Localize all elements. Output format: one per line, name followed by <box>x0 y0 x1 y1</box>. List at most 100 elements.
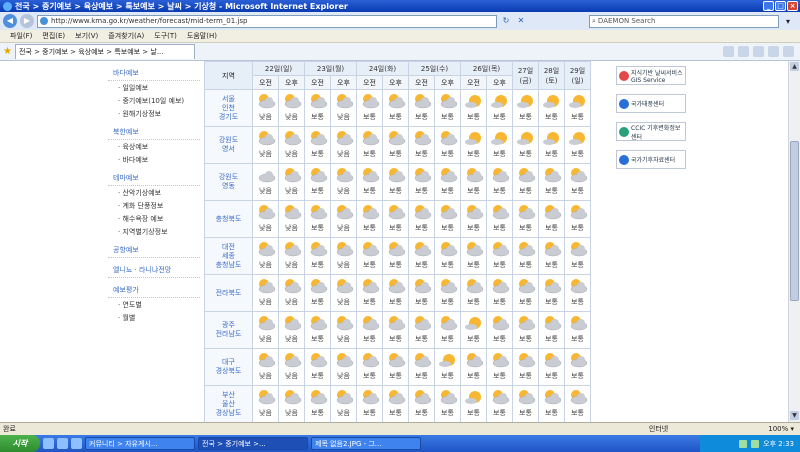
start-button[interactable]: 시작 <box>0 435 40 452</box>
precip-probability-label: 보통 <box>519 150 532 158</box>
forecast-cell: 보통 <box>382 348 409 386</box>
forward-button[interactable]: ▶ <box>20 14 34 28</box>
sidebar-link[interactable]: · 월별 <box>108 311 200 324</box>
region-name[interactable]: 전라북도 <box>204 274 253 312</box>
sidebar-link[interactable]: · 육상예보 <box>108 140 200 153</box>
sidebar-heading[interactable]: 바다예보 <box>108 66 200 81</box>
precip-probability-label: 보통 <box>311 335 324 343</box>
menu-item[interactable]: 보기(V) <box>75 31 98 41</box>
forecast-cell: 보통 <box>434 274 461 312</box>
tray-network-icon[interactable] <box>739 439 748 448</box>
mostly-sunny-icon <box>516 95 533 108</box>
forecast-cell: 보통 <box>304 126 331 164</box>
precip-probability-label: 보통 <box>311 298 324 306</box>
print-icon[interactable] <box>753 46 764 57</box>
banner-link[interactable]: 국가태풍센터 <box>616 94 686 113</box>
partly-cloudy-icon <box>310 242 327 257</box>
precip-probability-label: 보통 <box>467 187 480 195</box>
partly-cloudy-icon <box>336 168 353 183</box>
maximize-button[interactable]: □ <box>775 1 786 11</box>
sidebar-heading[interactable]: 북한예보 <box>108 125 200 140</box>
taskbar-item-community[interactable]: 커뮤니티 > 자유게시... <box>85 437 195 450</box>
scroll-down-icon[interactable]: ▼ <box>790 411 799 420</box>
region-name[interactable]: 대구 경상북도 <box>204 348 253 386</box>
sidebar-link[interactable]: · 산악기상예보 <box>108 186 200 199</box>
feeds-icon[interactable] <box>738 46 749 57</box>
back-button[interactable]: ◀ <box>3 14 17 28</box>
minimize-button[interactable]: _ <box>763 1 774 11</box>
sidebar-link[interactable]: · 원해기상정보 <box>108 107 200 120</box>
address-url[interactable]: http://www.kma.go.kr/weather/forecast/mi… <box>51 17 247 25</box>
stop-button[interactable]: ✕ <box>515 15 527 27</box>
am-header: 오전 <box>252 75 279 90</box>
search-dropdown-button[interactable]: ▾ <box>782 14 794 28</box>
sidebar-link[interactable]: · 지역별기상정보 <box>108 225 200 238</box>
scroll-up-icon[interactable]: ▲ <box>790 62 799 71</box>
zoom-level[interactable]: 100% ▾ <box>768 425 794 433</box>
refresh-button[interactable]: ↻ <box>500 15 512 27</box>
menu-item[interactable]: 편집(E) <box>42 31 65 41</box>
precip-probability-label: 보통 <box>519 261 532 269</box>
region-name[interactable]: 광주 전라남도 <box>204 311 253 349</box>
scroll-thumb[interactable] <box>790 141 799 301</box>
precip-probability-label: 보통 <box>519 409 532 417</box>
forecast-cell: 보통 <box>460 126 487 164</box>
home-icon[interactable] <box>723 46 734 57</box>
tab-current[interactable]: 전국 > 중기예보 > 육상예보 > 특보예보 > 날... <box>14 44 195 59</box>
region-name[interactable]: 강원도 영서 <box>204 126 253 164</box>
mostly-sunny-icon <box>438 354 455 367</box>
taskbar-item-paint[interactable]: 제목 없음2.JPG - 그... <box>311 437 421 450</box>
address-bar[interactable]: http://www.kma.go.kr/weather/forecast/mi… <box>37 14 497 28</box>
sidebar-link[interactable]: · 계화 단풍정보 <box>108 199 200 212</box>
forecast-cell: 보통 <box>382 126 409 164</box>
region-name[interactable]: 서울 인천 경기도 <box>204 89 253 127</box>
precip-probability-label: 보통 <box>571 187 584 195</box>
menu-item[interactable]: 파일(F) <box>10 31 32 41</box>
sidebar-heading[interactable]: 공항예보 <box>108 243 200 258</box>
sidebar-link[interactable]: · 바다예보 <box>108 153 200 166</box>
forecast-cell: 보통 <box>408 385 435 422</box>
vertical-scrollbar[interactable]: ▲ ▼ <box>788 61 800 422</box>
quicklaunch-desktop-icon[interactable] <box>43 438 54 449</box>
menu-item[interactable]: 도움말(H) <box>187 31 217 41</box>
sidebar-heading[interactable]: 예보평가 <box>108 283 200 298</box>
tools-menu-icon[interactable] <box>783 46 794 57</box>
close-button[interactable]: × <box>787 1 798 11</box>
quicklaunch-ie-icon[interactable] <box>57 438 68 449</box>
partly-cloudy-icon <box>388 242 405 257</box>
banner-link[interactable]: 국가기후자료센터 <box>616 150 686 169</box>
sidebar-link[interactable]: · 연도별 <box>108 298 200 311</box>
taskbar-item-kma[interactable]: 전국 > 중기예보 >... <box>198 437 308 450</box>
region-name[interactable]: 부산 울산 경상남도 <box>204 385 253 422</box>
search-input[interactable]: ⌕ DAEMON Search <box>589 14 779 28</box>
region-name[interactable]: 강원도 영동 <box>204 163 253 201</box>
menu-item[interactable]: 도구(T) <box>154 31 177 41</box>
sidebar-link[interactable]: · 해수욕장 예보 <box>108 212 200 225</box>
sidebar-heading[interactable]: 테마예보 <box>108 171 200 186</box>
sidebar-heading[interactable]: 엘니뇨 · 라니냐전망 <box>108 263 200 278</box>
partly-cloudy-icon <box>258 279 275 294</box>
region-name[interactable]: 충청북도 <box>204 200 253 238</box>
partly-cloudy-icon <box>466 205 483 220</box>
banner-link[interactable]: CCIC 기후변화정보센터 <box>616 122 686 141</box>
page-menu-icon[interactable] <box>768 46 779 57</box>
tray-volume-icon[interactable] <box>751 439 760 448</box>
precip-probability-label: 보통 <box>467 298 480 306</box>
favorites-star-icon[interactable]: ★ <box>3 46 12 57</box>
sidebar-link[interactable]: · 중기예보(10일 예보) <box>108 94 200 107</box>
banner-link[interactable]: 지식기반 날씨서비스 GIS Service <box>616 66 686 85</box>
region-name[interactable]: 대전 세종 충청남도 <box>204 237 253 275</box>
partly-cloudy-icon <box>336 390 353 405</box>
partly-cloudy-icon <box>518 353 535 368</box>
quicklaunch-media-icon[interactable] <box>71 438 82 449</box>
precip-probability-label: 보통 <box>389 409 402 417</box>
sidebar-link[interactable]: · 일일예보 <box>108 81 200 94</box>
partly-cloudy-icon <box>570 316 587 331</box>
forecast-cell: 보통 <box>538 200 565 238</box>
menu-item[interactable]: 즐겨찾기(A) <box>108 31 144 41</box>
forecast-cell: 보통 <box>538 89 565 127</box>
precip-probability-label: 보통 <box>363 113 376 121</box>
forecast-cell: 낮음 <box>252 311 279 349</box>
pm-header: 오후 <box>382 75 409 90</box>
precip-probability-label: 보통 <box>545 187 558 195</box>
